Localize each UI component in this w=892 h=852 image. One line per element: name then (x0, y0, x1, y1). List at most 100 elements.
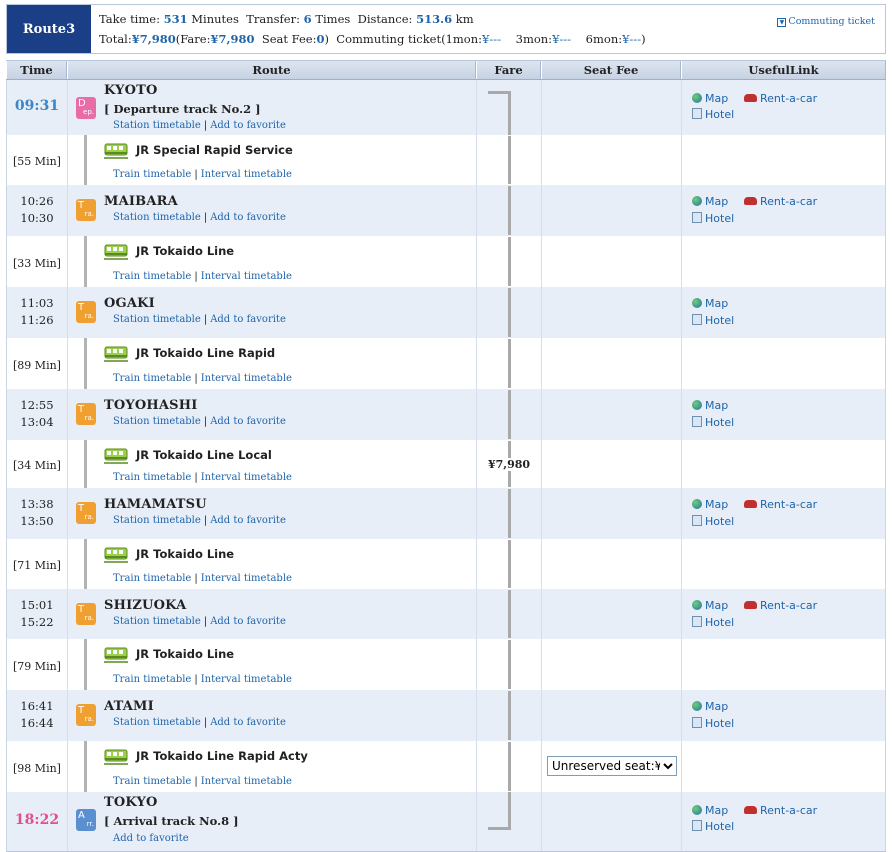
rent-a-car-link[interactable]: Rent-a-car (744, 92, 817, 105)
hotel-icon (692, 416, 702, 427)
train-timetable-link[interactable]: Train timetable (113, 373, 191, 384)
route-line (84, 236, 87, 287)
distance-value: 513.6 (416, 12, 453, 26)
station-name[interactable]: SHIZUOKA (104, 598, 186, 613)
map-link[interactable]: Map (692, 92, 728, 105)
seat-fee-cell (542, 440, 682, 488)
add-to-favorite-link[interactable]: Add to favorite (210, 120, 286, 131)
line-name[interactable]: JR Tokaido Line Rapid Acty (136, 749, 308, 763)
route-line (84, 440, 87, 488)
train-timetable-link[interactable]: Train timetable (113, 271, 191, 282)
add-to-favorite-link[interactable]: Add to favorite (210, 314, 286, 325)
station-links: Station timetable | Add to favorite (113, 515, 286, 526)
interval-timetable-link[interactable]: Interval timetable (201, 373, 292, 384)
add-to-favorite-link[interactable]: Add to favorite (210, 616, 286, 627)
hotel-link[interactable]: Hotel (692, 108, 734, 121)
seat-type-select[interactable]: Unreserved seat:¥0 (547, 756, 677, 776)
map-link[interactable]: Map (692, 297, 728, 310)
badge-letter: A (78, 810, 85, 821)
station-time: 18:22 (14, 812, 60, 828)
route-cell: Tra. HAMAMATSU Station timetable | Add to fa… (68, 488, 477, 539)
badge-letter: T (78, 302, 85, 313)
hotel-link[interactable]: Hotel (692, 616, 734, 629)
line-name[interactable]: JR Tokaido Line (136, 244, 234, 258)
rent-a-car-link[interactable]: Rent-a-car (744, 195, 817, 208)
train-timetable-link[interactable]: Train timetable (113, 674, 191, 685)
station-name[interactable]: TOKYO (104, 795, 158, 810)
route-cell: Arr. TOKYO [ Arrival track No.8 ] Add to fa… (68, 792, 477, 851)
station-timetable-link[interactable]: Station timetable (113, 314, 201, 325)
rent-a-car-link[interactable]: Rent-a-car (744, 804, 817, 817)
seat-fee-cell (542, 338, 682, 389)
add-to-favorite-link[interactable]: Add to favorite (210, 515, 286, 526)
add-to-favorite-link[interactable]: Add to favorite (210, 717, 286, 728)
line-cell: JR Tokaido Line Train timetable | Interval … (68, 539, 477, 589)
add-to-favorite-link[interactable]: Add to favorite (210, 416, 286, 427)
hotel-link[interactable]: Hotel (692, 212, 734, 225)
badge-suffix: ra. (84, 614, 94, 622)
station-timetable-link[interactable]: Station timetable (113, 717, 201, 728)
hotel-link[interactable]: Hotel (692, 416, 734, 429)
train-timetable-link[interactable]: Train timetable (113, 573, 191, 584)
train-timetable-link[interactable]: Train timetable (113, 472, 191, 483)
add-to-favorite-link[interactable]: Add to favorite (210, 212, 286, 223)
station-name[interactable]: OGAKI (104, 296, 155, 311)
fare-bracket (508, 540, 511, 588)
map-link[interactable]: Map (692, 700, 728, 713)
fare-bracket (508, 136, 511, 184)
line-name[interactable]: JR Special Rapid Service (136, 143, 293, 157)
hotel-link[interactable]: Hotel (692, 515, 734, 528)
hotel-link[interactable]: Hotel (692, 717, 734, 730)
station-timetable-link[interactable]: Station timetable (113, 616, 201, 627)
departure-time: 15:22 (20, 615, 54, 629)
fare-cell (477, 488, 542, 539)
link-separator: | (194, 271, 198, 282)
station-name[interactable]: ATAMI (104, 699, 154, 714)
map-link[interactable]: Map (692, 804, 728, 817)
line-name[interactable]: JR Tokaido Line (136, 547, 234, 561)
rent-a-car-link[interactable]: Rent-a-car (744, 498, 817, 511)
hotel-link[interactable]: Hotel (692, 314, 734, 327)
fare-cell (477, 639, 542, 690)
hotel-link-label: Hotel (705, 616, 735, 629)
station-timetable-link[interactable]: Station timetable (113, 416, 201, 427)
interval-timetable-link[interactable]: Interval timetable (201, 674, 292, 685)
route-cell: Tra. OGAKI Station timetable | Add to favori… (68, 287, 477, 338)
line-cell: JR Tokaido Line Local Train timetable | Int… (68, 440, 477, 488)
car-icon (744, 197, 757, 205)
rent-a-car-link[interactable]: Rent-a-car (744, 599, 817, 612)
seat-fee-cell (542, 287, 682, 338)
departure-time: 10:30 (20, 211, 54, 225)
fare-bracket (508, 640, 511, 689)
fare-cell (477, 389, 542, 440)
interval-timetable-link[interactable]: Interval timetable (201, 169, 292, 180)
station-timetable-link[interactable]: Station timetable (113, 515, 201, 526)
interval-timetable-link[interactable]: Interval timetable (201, 472, 292, 483)
hotel-link[interactable]: Hotel (692, 820, 734, 833)
map-link[interactable]: Map (692, 599, 728, 612)
station-name[interactable]: KYOTO (104, 83, 158, 98)
interval-timetable-link[interactable]: Interval timetable (201, 573, 292, 584)
station-name[interactable]: TOYOHASHI (104, 398, 198, 413)
line-name[interactable]: JR Tokaido Line Rapid (136, 346, 275, 360)
leg-duration: [34 Min] (13, 459, 61, 472)
map-link[interactable]: Map (692, 399, 728, 412)
train-timetable-link[interactable]: Train timetable (113, 776, 191, 787)
hotel-link-label: Hotel (705, 212, 735, 225)
map-link[interactable]: Map (692, 498, 728, 511)
station-timetable-link[interactable]: Station timetable (113, 120, 201, 131)
add-to-favorite-link[interactable]: Add to favorite (113, 833, 189, 844)
interval-timetable-link[interactable]: Interval timetable (201, 271, 292, 282)
map-link[interactable]: Map (692, 195, 728, 208)
commuting-ticket-link[interactable]: ▼ Commuting ticket (777, 16, 875, 27)
station-timetable-link[interactable]: Station timetable (113, 212, 201, 223)
station-name[interactable]: HAMAMATSU (104, 497, 207, 512)
station-name[interactable]: MAIBARA (104, 194, 178, 209)
leg-duration: [79 Min] (13, 660, 61, 673)
train-timetable-link[interactable]: Train timetable (113, 169, 191, 180)
transfer-icon: Tra. (76, 603, 96, 625)
line-name[interactable]: JR Tokaido Line (136, 647, 234, 661)
station-times: 13:38 13:50 (7, 496, 67, 530)
line-name[interactable]: JR Tokaido Line Local (136, 448, 272, 462)
interval-timetable-link[interactable]: Interval timetable (201, 776, 292, 787)
